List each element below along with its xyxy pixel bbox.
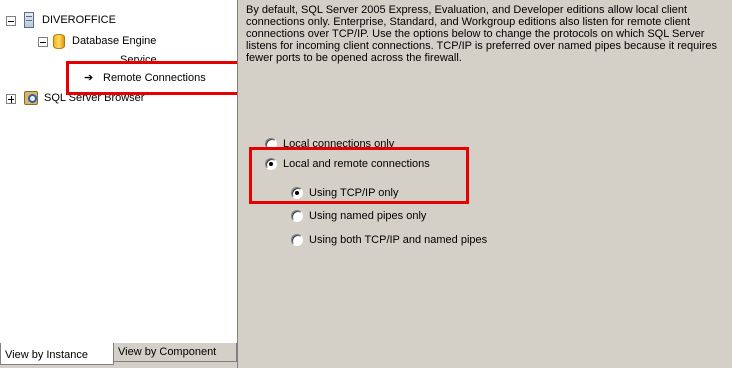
view-tabs: View by Instance View by Component xyxy=(0,343,237,368)
radio-button[interactable] xyxy=(291,210,303,222)
tree-node-database-engine[interactable]: Database Engine xyxy=(0,33,237,49)
settings-pane: By default, SQL Server 2005 Express, Eva… xyxy=(240,0,732,368)
tree-node-server-label: DIVEROFFICE xyxy=(42,14,116,26)
collapse-icon[interactable] xyxy=(6,16,16,26)
radio-label: Using both TCP/IP and named pipes xyxy=(309,234,488,246)
radio-button[interactable] xyxy=(265,138,277,150)
description-text: By default, SQL Server 2005 Express, Eva… xyxy=(246,4,717,64)
tree-node-sql-server-browser-label: SQL Server Browser xyxy=(44,92,145,104)
database-icon xyxy=(53,34,65,49)
collapse-icon[interactable] xyxy=(38,37,48,47)
tree-node-sql-server-browser[interactable]: SQL Server Browser xyxy=(0,90,237,106)
tree-node-database-engine-label: Database Engine xyxy=(72,35,157,47)
server-icon xyxy=(24,12,34,28)
radio-label: Local and remote connections xyxy=(283,158,430,170)
arrow-right-icon: ➔ xyxy=(84,72,94,84)
tree-pane: DIVEROFFICE Database Engine Service ➔ Re… xyxy=(0,0,238,343)
tree-node-service-label: Service xyxy=(120,54,157,66)
radio-label: Using TCP/IP only xyxy=(309,187,399,199)
radio-button[interactable] xyxy=(291,234,303,246)
tab-view-by-instance[interactable]: View by Instance xyxy=(0,343,114,365)
radio-label: Using named pipes only xyxy=(309,210,427,222)
radio-button[interactable] xyxy=(265,158,277,170)
tree-node-server[interactable]: DIVEROFFICE xyxy=(0,12,237,28)
radio-label: Local connections only xyxy=(283,138,395,150)
radio-button[interactable] xyxy=(291,187,303,199)
tree-node-remote-connections-label: Remote Connections xyxy=(103,72,206,84)
tree-node-service[interactable]: Service xyxy=(0,52,237,68)
expand-icon[interactable] xyxy=(6,94,16,104)
tree-node-remote-connections[interactable]: ➔ Remote Connections xyxy=(0,70,237,86)
browser-icon xyxy=(24,91,38,105)
tab-view-by-component[interactable]: View by Component xyxy=(113,343,237,362)
